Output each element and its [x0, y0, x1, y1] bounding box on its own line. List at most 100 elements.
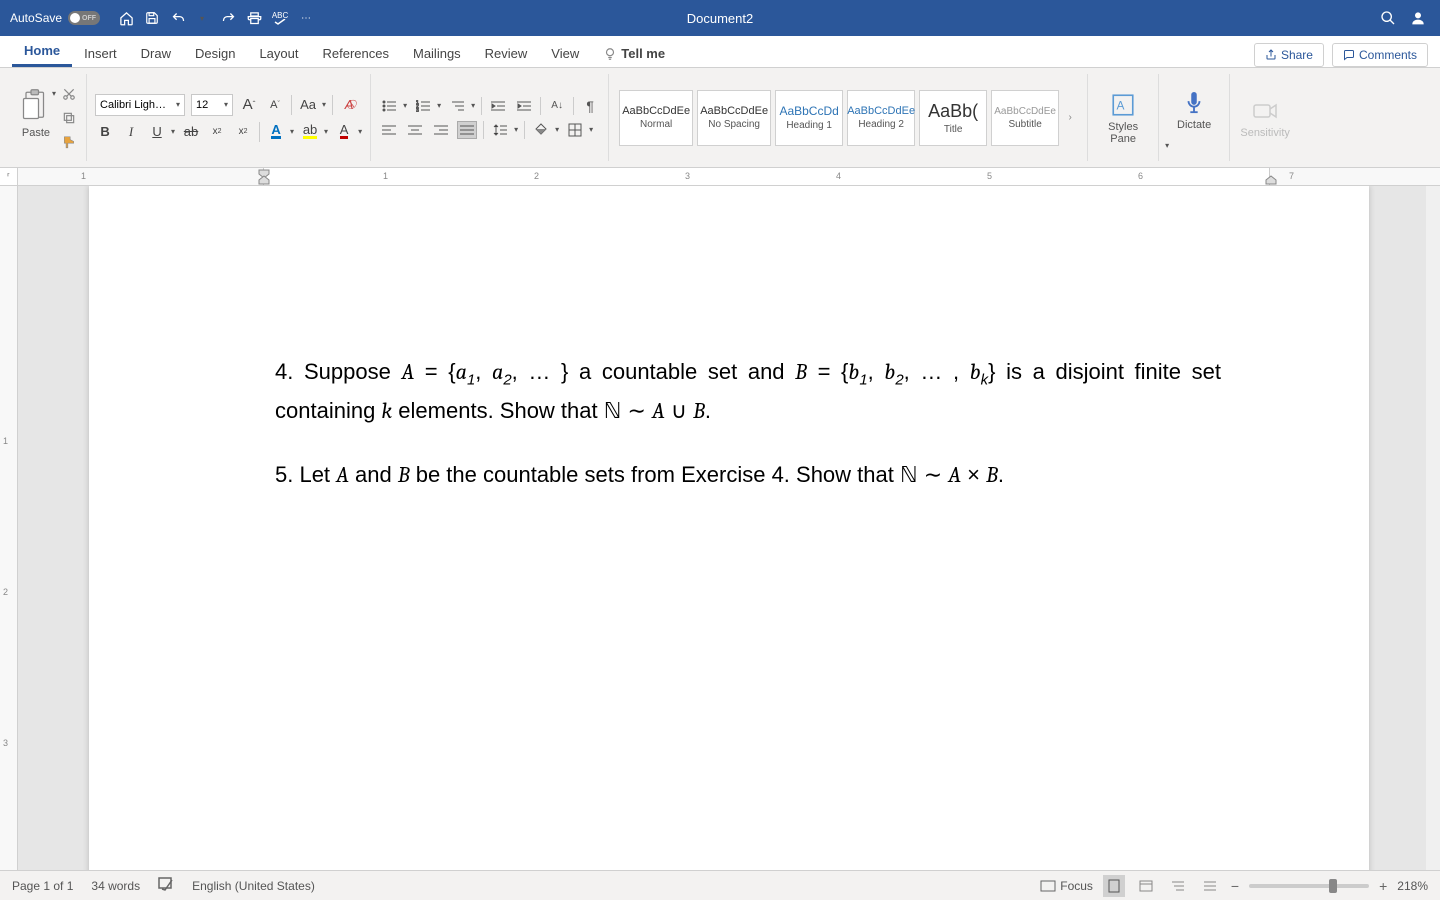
- text-effects-icon[interactable]: A: [266, 122, 286, 142]
- tab-mailings[interactable]: Mailings: [401, 40, 473, 67]
- bullets-dropdown[interactable]: ▾: [403, 101, 407, 110]
- borders-dropdown[interactable]: ▾: [589, 125, 593, 134]
- increase-indent-icon[interactable]: [514, 97, 534, 115]
- shading-icon[interactable]: [531, 121, 551, 139]
- sort-icon[interactable]: A↓: [547, 97, 567, 115]
- undo-dropdown-icon[interactable]: ▾: [194, 10, 210, 26]
- search-icon[interactable]: [1380, 10, 1396, 26]
- comments-button[interactable]: Comments: [1332, 43, 1428, 67]
- style-title[interactable]: AaBb(Title: [919, 90, 987, 146]
- text-effects-dropdown[interactable]: ▾: [290, 127, 294, 136]
- spellcheck-icon[interactable]: ABC: [272, 10, 288, 26]
- dictate-dropdown[interactable]: ▾: [1165, 141, 1169, 150]
- focus-mode[interactable]: Focus: [1040, 879, 1093, 893]
- autosave-switch[interactable]: OFF: [68, 11, 100, 25]
- paste-button[interactable]: [18, 85, 54, 127]
- language-status[interactable]: English (United States): [192, 879, 315, 893]
- style-heading-1[interactable]: AaBbCcDdHeading 1: [775, 90, 843, 146]
- tab-references[interactable]: References: [311, 40, 401, 67]
- undo-icon[interactable]: [170, 10, 186, 26]
- zoom-level[interactable]: 218%: [1397, 879, 1428, 893]
- font-size-select[interactable]: 12▾: [191, 94, 233, 116]
- font-name-select[interactable]: Calibri Ligh…▾: [95, 94, 185, 116]
- highlight-icon[interactable]: ab: [300, 122, 320, 142]
- borders-icon[interactable]: [565, 121, 585, 139]
- spellcheck-status-icon[interactable]: [158, 877, 174, 894]
- document-body[interactable]: 4. Suppose A = {a1, a2, … } a countable …: [275, 354, 1221, 522]
- home-icon[interactable]: [118, 10, 134, 26]
- paste-dropdown-icon[interactable]: ▾: [52, 89, 56, 98]
- styles-pane-button[interactable]: A Styles Pane: [1096, 87, 1150, 149]
- font-color-dropdown[interactable]: ▾: [358, 127, 362, 136]
- clear-formatting-icon[interactable]: A⃠: [339, 95, 359, 115]
- bullets-icon[interactable]: [379, 97, 399, 115]
- word-count[interactable]: 34 words: [91, 879, 140, 893]
- tab-home[interactable]: Home: [12, 37, 72, 67]
- page-count[interactable]: Page 1 of 1: [12, 879, 73, 893]
- paragraph-4[interactable]: 4. Suppose A = {a1, a2, … } a countable …: [275, 354, 1221, 429]
- grow-font-icon[interactable]: Aˆ: [239, 95, 259, 115]
- vertical-ruler[interactable]: 1 2 3: [0, 186, 18, 870]
- web-layout-view-icon[interactable]: [1135, 875, 1157, 897]
- tab-insert[interactable]: Insert: [72, 40, 129, 67]
- page[interactable]: 4. Suppose A = {a1, a2, … } a countable …: [89, 186, 1369, 870]
- style-heading-2[interactable]: AaBbCcDdEeHeading 2: [847, 90, 915, 146]
- outline-view-icon[interactable]: [1167, 875, 1189, 897]
- horizontal-ruler[interactable]: ⸢ 1 1 2 3 4 5 6 7: [0, 168, 1440, 186]
- zoom-thumb[interactable]: [1329, 879, 1337, 893]
- show-marks-icon[interactable]: ¶: [580, 97, 600, 115]
- zoom-slider[interactable]: [1249, 884, 1369, 888]
- strikethrough-button[interactable]: ab: [181, 122, 201, 142]
- tab-view[interactable]: View: [539, 40, 591, 67]
- justify-icon[interactable]: [457, 121, 477, 139]
- zoom-in-button[interactable]: +: [1379, 878, 1387, 894]
- account-icon[interactable]: [1410, 10, 1426, 26]
- line-spacing-dropdown[interactable]: ▾: [514, 125, 518, 134]
- line-spacing-icon[interactable]: [490, 121, 510, 139]
- decrease-indent-icon[interactable]: [488, 97, 508, 115]
- draft-view-icon[interactable]: [1199, 875, 1221, 897]
- print-icon[interactable]: [246, 10, 262, 26]
- share-button[interactable]: Share: [1254, 43, 1324, 67]
- underline-button[interactable]: U: [147, 122, 167, 142]
- cut-icon[interactable]: [60, 85, 78, 103]
- dictate-button[interactable]: Dictate: [1167, 85, 1221, 135]
- tab-review[interactable]: Review: [473, 40, 540, 67]
- numbering-dropdown[interactable]: ▾: [437, 101, 441, 110]
- autosave-toggle[interactable]: AutoSave OFF: [0, 11, 110, 25]
- customize-qat-icon[interactable]: ⋯: [298, 10, 314, 26]
- paragraph-5[interactable]: 5. Let A and B be the countable sets fro…: [275, 457, 1221, 493]
- italic-button[interactable]: I: [121, 122, 141, 142]
- tab-design[interactable]: Design: [183, 40, 247, 67]
- superscript-button[interactable]: x2: [233, 122, 253, 142]
- zoom-out-button[interactable]: −: [1231, 878, 1239, 894]
- style-normal[interactable]: AaBbCcDdEeNormal: [619, 90, 693, 146]
- underline-dropdown[interactable]: ▾: [171, 127, 175, 136]
- vertical-scrollbar[interactable]: [1426, 186, 1440, 870]
- styles-more-icon[interactable]: ›: [1063, 112, 1077, 123]
- tab-layout[interactable]: Layout: [247, 40, 310, 67]
- change-case-dropdown[interactable]: ▾: [322, 100, 326, 109]
- numbering-icon[interactable]: 123: [413, 97, 433, 115]
- tab-draw[interactable]: Draw: [129, 40, 183, 67]
- align-right-icon[interactable]: [431, 121, 451, 139]
- align-center-icon[interactable]: [405, 121, 425, 139]
- shrink-font-icon[interactable]: Aˇ: [265, 95, 285, 115]
- subscript-button[interactable]: x2: [207, 122, 227, 142]
- redo-icon[interactable]: [220, 10, 236, 26]
- font-color-icon[interactable]: A: [334, 122, 354, 142]
- left-indent-marker[interactable]: [258, 169, 268, 183]
- copy-icon[interactable]: [60, 109, 78, 127]
- bold-button[interactable]: B: [95, 122, 115, 142]
- tell-me-search[interactable]: Tell me: [591, 40, 677, 67]
- style-subtitle[interactable]: AaBbCcDdEeSubtitle: [991, 90, 1059, 146]
- tab-selector-icon[interactable]: ⸢: [0, 168, 18, 186]
- right-indent-marker[interactable]: [1265, 169, 1275, 183]
- shading-dropdown[interactable]: ▾: [555, 125, 559, 134]
- format-painter-icon[interactable]: [60, 133, 78, 151]
- multilevel-list-icon[interactable]: [447, 97, 467, 115]
- style-no-spacing[interactable]: AaBbCcDdEeNo Spacing: [697, 90, 771, 146]
- change-case-icon[interactable]: Aa: [298, 95, 318, 115]
- print-layout-view-icon[interactable]: [1103, 875, 1125, 897]
- multilevel-dropdown[interactable]: ▾: [471, 101, 475, 110]
